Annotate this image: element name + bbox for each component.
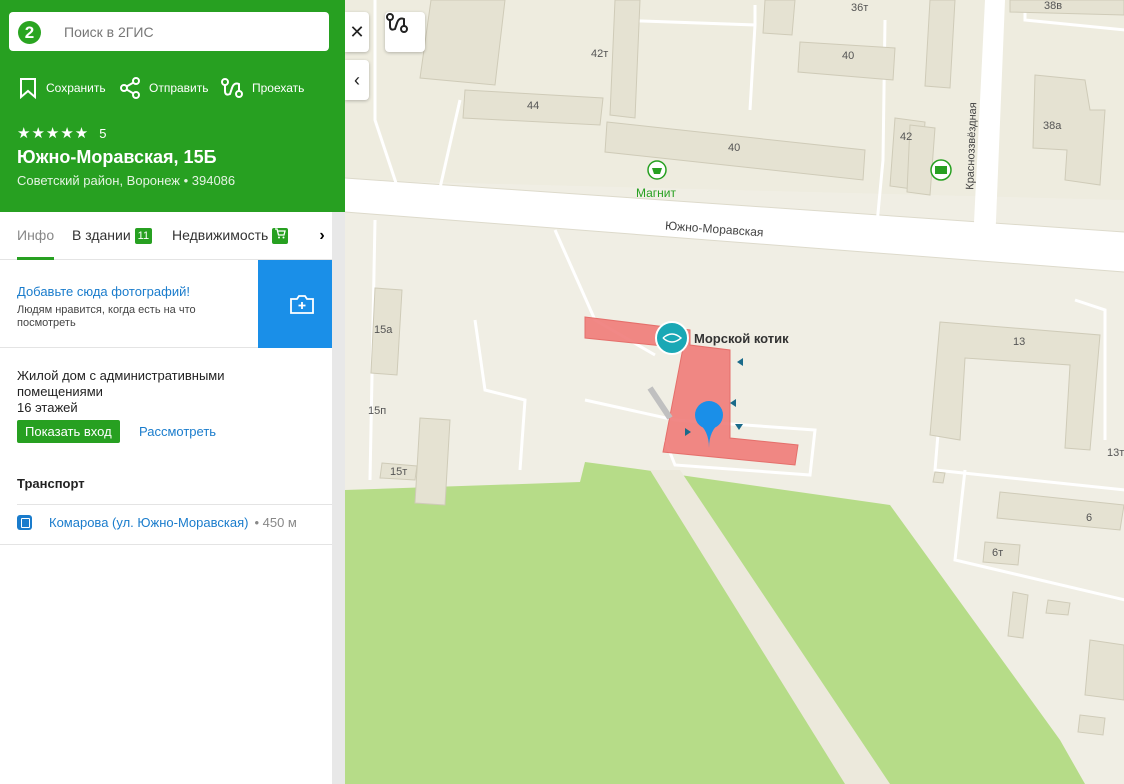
building-label: 15п <box>368 405 387 417</box>
building-label: 40 <box>728 142 741 154</box>
building-label: 13т <box>1107 447 1124 459</box>
rating: ★★★★★ 5 <box>17 124 106 142</box>
rating-value: 5 <box>99 125 107 141</box>
close-icon: ✕ <box>349 21 365 42</box>
close-panel-button[interactable]: ✕ <box>345 12 369 52</box>
bus-icon <box>17 515 32 530</box>
building-label: 6т <box>992 547 1004 559</box>
place-title: Южно-Моравская, 15Б <box>17 147 217 167</box>
chevron-left-icon: ‹ <box>354 69 360 90</box>
building-label: 13 <box>1013 336 1026 348</box>
view-link[interactable]: Рассмотреть <box>139 424 216 439</box>
map[interactable]: 42т 36т 38в 40 44 40 42 38а 15а 15п 15т … <box>345 0 1124 784</box>
stop-name: Комарова (ул. Южно-Моравская) <box>49 515 249 530</box>
tab-badge: 11 <box>134 228 153 244</box>
building-label: 38в <box>1044 0 1063 12</box>
building-description: Жилой дом с административными помещениям… <box>17 368 225 399</box>
building-label: 36т <box>851 2 869 14</box>
divider <box>17 504 332 505</box>
tab-info-label: Инфо <box>17 227 55 243</box>
tab-info[interactable]: Инфо <box>17 212 55 260</box>
divider <box>0 544 332 545</box>
route-button[interactable]: Проехать <box>220 76 304 100</box>
add-photo-subtitle: Людям нравится, когда есть на что посмот… <box>17 304 196 329</box>
rating-stars: ★★★★★ <box>17 125 90 142</box>
route-icon <box>386 13 408 33</box>
building-label: 44 <box>527 100 540 112</box>
camera-plus-icon <box>289 295 314 314</box>
building-label: 6 <box>1086 512 1093 524</box>
building-label: 42 <box>900 131 913 143</box>
transport-title: Транспорт <box>17 476 85 491</box>
tab-real-estate[interactable]: Недвижимость <box>172 212 289 260</box>
place-address: Советский район, Воронеж • 394086 <box>17 173 236 188</box>
share-icon <box>120 77 140 99</box>
search-input[interactable] <box>64 12 319 51</box>
place-header: 2 Сохранить Отправить Проехать ★★★★★ 5 Ю… <box>0 0 345 212</box>
logo-icon: 2 <box>18 21 41 44</box>
building-label: 42т <box>591 48 609 60</box>
add-photo-link[interactable]: Добавьте сюда фотографий! <box>17 284 190 299</box>
tab-bar: Инфо В здании 11 Недвижимость › <box>0 212 345 260</box>
send-button[interactable]: Отправить <box>119 76 209 100</box>
add-photo-card: Добавьте сюда фотографий! Людям нравится… <box>0 260 345 348</box>
collapse-panel-button[interactable]: ‹ <box>345 60 369 100</box>
stop-distance: • 450 м <box>254 515 297 530</box>
building-label: 40 <box>842 50 855 62</box>
route-label: Проехать <box>252 81 305 95</box>
bookmark-icon <box>20 78 36 99</box>
save-button[interactable]: Сохранить <box>18 76 106 100</box>
building-floors: 16 этажей <box>17 400 78 415</box>
route-map-button[interactable] <box>385 12 425 52</box>
poi-label-kotik[interactable]: Морской котик <box>694 331 789 346</box>
poi-label-magnit[interactable]: Магнит <box>636 186 676 200</box>
building-label: 15а <box>374 324 393 336</box>
scrollbar[interactable] <box>332 212 345 784</box>
send-label: Отправить <box>149 81 209 95</box>
tab-real-estate-label: Недвижимость <box>172 227 269 243</box>
cart-icon <box>272 228 289 244</box>
tab-in-building[interactable]: В здании 11 <box>72 212 153 260</box>
building-label: 38а <box>1043 120 1062 132</box>
show-entrance-button[interactable]: Показать вход <box>17 420 120 443</box>
transport-stop-row[interactable]: Комарова (ул. Южно-Моравская) • 450 м <box>17 515 297 530</box>
save-label: Сохранить <box>46 81 106 95</box>
map-canvas <box>345 0 1124 784</box>
place-panel: 2 Сохранить Отправить Проехать ★★★★★ 5 Ю… <box>0 0 345 784</box>
tab-in-building-label: В здании <box>72 227 131 243</box>
building-label: 15т <box>390 466 408 478</box>
route-icon <box>221 78 243 98</box>
search-box[interactable]: 2 <box>9 12 329 51</box>
